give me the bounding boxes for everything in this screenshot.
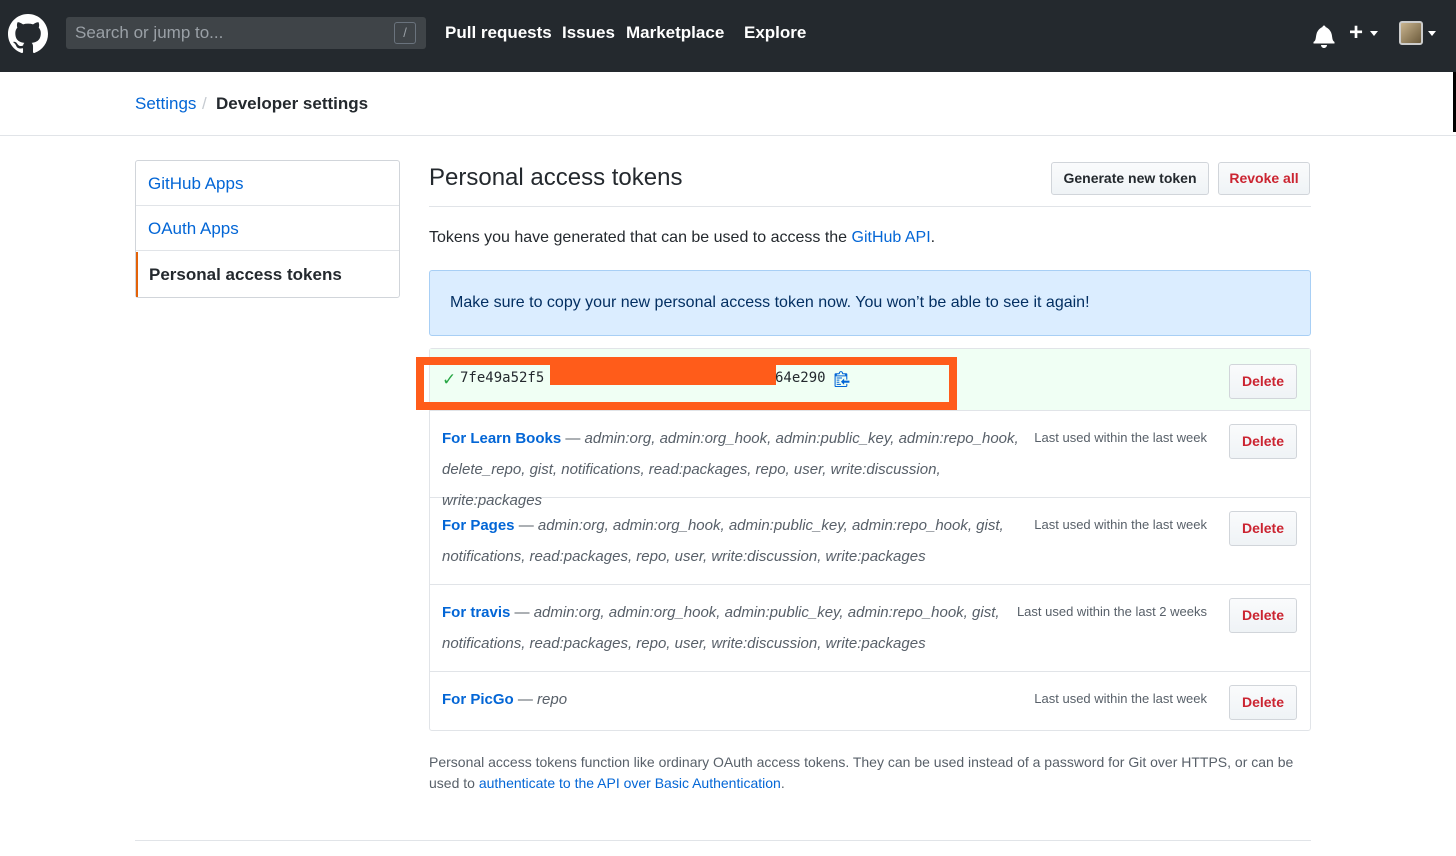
- delete-new-token-button[interactable]: Delete: [1229, 364, 1297, 399]
- last-used-text: Last used within the last week: [1034, 691, 1207, 706]
- nav-pull-requests[interactable]: Pull requests: [445, 23, 552, 43]
- revoke-all-button[interactable]: Revoke all: [1218, 162, 1310, 195]
- table-row: For Pages — admin:org, admin:org_hook, a…: [430, 498, 1310, 585]
- chevron-down-icon[interactable]: [1428, 31, 1436, 36]
- token-dash: —: [561, 430, 585, 447]
- footnote-end: .: [780, 775, 785, 791]
- token-name-link[interactable]: For Pages: [442, 517, 515, 534]
- last-used-text: Last used within the last week: [1034, 430, 1207, 445]
- token-description: For travis — admin:org, admin:org_hook, …: [442, 597, 1022, 659]
- footer-divider: [135, 840, 1311, 841]
- delete-token-button[interactable]: Delete: [1229, 424, 1297, 459]
- search-input[interactable]: Search or jump to... /: [66, 17, 426, 49]
- last-used-text: Last used within the last 2 weeks: [1016, 604, 1207, 619]
- token-dash: —: [513, 691, 538, 708]
- token-description: For PicGo — repo: [442, 684, 1022, 715]
- footnote: Personal access tokens function like ord…: [429, 752, 1311, 794]
- token-scopes-cont: notifications, read:packages, repo, user…: [442, 635, 926, 652]
- bell-icon[interactable]: [1313, 24, 1335, 48]
- breadcrumb-settings-link[interactable]: Settings: [135, 94, 196, 114]
- token-scopes: admin:org, admin:org_hook, admin:public_…: [584, 430, 1019, 447]
- annotation-highlight-box: [416, 357, 957, 410]
- sidebar-item-github-apps[interactable]: GitHub Apps: [136, 161, 399, 206]
- last-used-text: Last used within the last week: [1034, 517, 1207, 532]
- flash-notice: Make sure to copy your new personal acce…: [429, 270, 1311, 336]
- search-placeholder: Search or jump to...: [75, 23, 224, 42]
- table-row: For travis — admin:org, admin:org_hook, …: [430, 585, 1310, 672]
- table-row: For Learn Books — admin:org, admin:org_h…: [430, 411, 1310, 509]
- sidebar-item-oauth-apps[interactable]: OAuth Apps: [136, 206, 399, 251]
- intro-text-end: .: [930, 229, 936, 246]
- breadcrumb-current: Developer settings: [216, 94, 369, 113]
- github-api-link[interactable]: GitHub API: [852, 229, 931, 246]
- delete-token-button[interactable]: Delete: [1229, 598, 1297, 633]
- token-scopes: repo: [537, 691, 568, 708]
- top-navbar: Search or jump to... / Pull requests Iss…: [0, 0, 1456, 72]
- github-logo-icon[interactable]: [8, 14, 48, 54]
- token-name-link[interactable]: For PicGo: [442, 691, 514, 708]
- avatar[interactable]: [1399, 21, 1423, 45]
- page-title: Personal access tokens: [429, 164, 683, 191]
- token-scopes: admin:org, admin:org_hook, admin:public_…: [537, 517, 1004, 534]
- intro-text: Tokens you have generated that can be us…: [429, 229, 935, 247]
- token-dash: —: [514, 517, 538, 534]
- breadcrumb-separator: /: [202, 94, 207, 113]
- token-description: For Pages — admin:org, admin:org_hook, a…: [442, 510, 1022, 572]
- table-row: For PicGo — repo Last used within the la…: [430, 672, 1310, 730]
- token-scopes: admin:org, admin:org_hook, admin:public_…: [533, 604, 1000, 621]
- flash-message: Make sure to copy your new personal acce…: [450, 294, 1090, 311]
- token-name-link[interactable]: For travis: [442, 604, 510, 621]
- token-dash: —: [510, 604, 534, 621]
- chevron-down-icon[interactable]: [1370, 31, 1378, 36]
- sidebar-item-personal-access-tokens[interactable]: Personal access tokens: [136, 252, 399, 297]
- search-shortcut-key: /: [394, 22, 416, 44]
- nav-marketplace[interactable]: Marketplace: [626, 23, 724, 43]
- delete-token-button[interactable]: Delete: [1229, 685, 1297, 720]
- nav-issues[interactable]: Issues: [562, 23, 615, 43]
- token-scopes-cont: notifications, read:packages, repo, user…: [442, 548, 926, 565]
- token-name-link[interactable]: For Learn Books: [442, 430, 561, 447]
- nav-explore[interactable]: Explore: [744, 23, 806, 43]
- title-divider: [429, 206, 1311, 207]
- generate-new-token-button[interactable]: Generate new token: [1051, 162, 1209, 195]
- basic-auth-link[interactable]: authenticate to the API over Basic Authe…: [479, 775, 781, 791]
- settings-sidebar: GitHub Apps OAuth Apps Personal access t…: [135, 160, 400, 298]
- create-new-plus-icon[interactable]: +: [1349, 21, 1363, 45]
- delete-token-button[interactable]: Delete: [1229, 511, 1297, 546]
- intro-text-body: Tokens you have generated that can be us…: [429, 229, 852, 246]
